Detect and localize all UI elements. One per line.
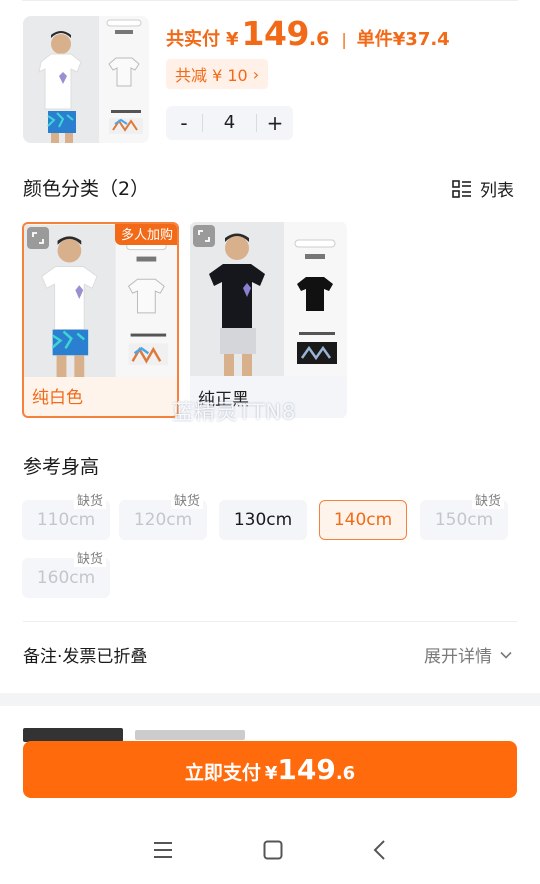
out-of-stock-tag: 缺货 <box>170 490 203 509</box>
popular-badge: 多人加购 <box>114 224 177 245</box>
size-label: 140cm <box>333 510 393 530</box>
watermark-text: 蓝精灵TTN8 <box>172 400 297 424</box>
total-price-integer: 149 <box>241 14 310 53</box>
clipped-row-content <box>135 730 245 740</box>
out-of-stock-tag: 缺货 <box>73 490 106 509</box>
height-section-title: 参考身高 <box>23 456 100 478</box>
clipped-row-content <box>23 728 123 742</box>
size-label: 150cm <box>434 510 494 530</box>
list-view-label: 列表 <box>480 181 514 201</box>
expand-details-button[interactable]: 展开详情 <box>424 642 514 667</box>
size-label: 120cm <box>133 510 193 530</box>
color-option-label: 纯白色 <box>32 388 83 408</box>
list-view-toggle[interactable]: 列表 <box>452 176 514 201</box>
plus-button[interactable]: + <box>257 106 293 140</box>
color-section-title: 颜色分类（2） <box>23 178 150 200</box>
pay-amount-integer: 149 <box>277 753 336 786</box>
list-icon <box>452 179 471 198</box>
size-option-160[interactable]: 160cm 缺货 <box>22 548 110 598</box>
section-divider <box>23 621 517 622</box>
paid-label: 共实付 <box>166 29 220 50</box>
size-option-120[interactable]: 120cm 缺货 <box>119 490 207 540</box>
size-option-130[interactable]: 130cm <box>219 500 307 540</box>
chevron-right-icon: › <box>252 64 260 84</box>
product-thumbnail[interactable] <box>23 16 149 143</box>
currency-symbol: ¥ <box>226 29 239 50</box>
menu-icon[interactable] <box>152 840 174 860</box>
unit-label: 单件 <box>356 29 393 50</box>
size-option-150[interactable]: 150cm 缺货 <box>420 490 508 540</box>
home-icon[interactable] <box>262 839 284 861</box>
chevron-down-icon <box>500 651 512 659</box>
expand-details-label: 展开详情 <box>424 647 492 667</box>
system-nav-bar <box>0 816 540 884</box>
size-label: 160cm <box>36 568 96 588</box>
remarks-label: 备注·发票已折叠 <box>23 647 148 667</box>
size-label: 110cm <box>36 510 96 530</box>
expand-icon[interactable] <box>193 225 215 247</box>
expand-icon[interactable] <box>27 227 49 249</box>
pay-button-label: 立即支付 <box>184 762 261 784</box>
section-gap <box>0 693 540 706</box>
out-of-stock-tag: 缺货 <box>471 490 504 509</box>
color-option-black[interactable]: 纯正黑 <box>190 222 347 418</box>
product-image <box>23 16 149 143</box>
total-price-decimal: .6 <box>308 28 330 50</box>
size-option-140[interactable]: 140cm <box>319 500 407 540</box>
price-separator: | <box>341 30 347 49</box>
size-label: 130cm <box>233 510 293 530</box>
pay-currency: ¥ <box>264 763 278 784</box>
top-divider <box>22 0 518 1</box>
minus-button[interactable]: - <box>166 106 202 140</box>
price-summary: 共实付 ¥ 149 .6 | 单件 ¥37.4 <box>166 14 450 58</box>
quantity-value[interactable]: 4 <box>202 114 257 132</box>
back-icon[interactable] <box>372 839 388 861</box>
discount-text: 共减 ¥ 10 <box>175 66 248 85</box>
quantity-stepper: - 4 + <box>166 106 293 140</box>
color-option-white[interactable]: 多人加购 纯白色 <box>22 222 179 418</box>
pay-amount-decimal: .6 <box>335 763 356 784</box>
size-option-110[interactable]: 110cm 缺货 <box>22 490 110 540</box>
pay-now-button[interactable]: 立即支付 ¥ 149 .6 <box>23 741 517 798</box>
discount-tag[interactable]: 共减 ¥ 10 › <box>166 59 269 89</box>
out-of-stock-tag: 缺货 <box>73 548 106 567</box>
unit-price: ¥37.4 <box>392 29 450 50</box>
